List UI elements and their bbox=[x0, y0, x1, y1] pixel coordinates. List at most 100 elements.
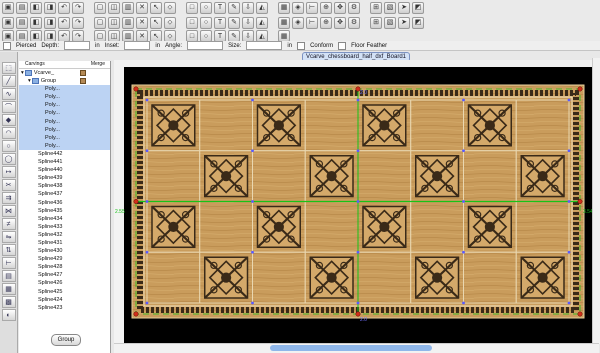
save-icon[interactable]: ◧ bbox=[30, 1, 42, 14]
circle-icon[interactable]: ○ bbox=[200, 1, 212, 14]
tree-group[interactable]: ▾ Group bbox=[19, 77, 110, 85]
pen-icon[interactable]: ✎ bbox=[228, 1, 240, 14]
floor-feather-checkbox[interactable] bbox=[338, 41, 347, 50]
extend-tool-icon[interactable]: ↦ bbox=[1, 166, 16, 178]
chamfer-icon[interactable]: ◈ bbox=[292, 16, 304, 29]
tree-spline-item[interactable]: Spline430 bbox=[19, 247, 110, 255]
tree-spline-item[interactable]: Spline440 bbox=[19, 166, 110, 174]
tree-spline-item[interactable]: Spline438 bbox=[19, 182, 110, 190]
tree-spline-item[interactable]: Spline436 bbox=[19, 199, 110, 207]
lock-icon[interactable] bbox=[80, 78, 86, 85]
open-icon[interactable]: ▤ bbox=[16, 1, 28, 14]
group-icon[interactable]: ◨ bbox=[44, 16, 56, 29]
redo-icon[interactable]: ↷ bbox=[72, 1, 84, 14]
tree-poly-item[interactable]: Poly... bbox=[19, 85, 110, 94]
tree-spline-item[interactable]: Spline431 bbox=[19, 239, 110, 247]
join-tool-icon[interactable]: ⋈ bbox=[1, 205, 16, 217]
shape-icon[interactable]: ◭ bbox=[256, 1, 268, 14]
chessboard-design[interactable] bbox=[114, 60, 592, 343]
node-tool-icon[interactable]: ◆ bbox=[1, 114, 16, 126]
conform-checkbox[interactable] bbox=[297, 41, 306, 50]
preview-icon[interactable]: ⚙ bbox=[348, 16, 360, 29]
trim-tool-icon[interactable]: ✂ bbox=[1, 179, 16, 191]
line-tool-icon[interactable]: ╱ bbox=[1, 75, 16, 87]
grid-icon[interactable]: ▧ bbox=[384, 1, 396, 14]
mirror-tool-icon[interactable]: ⇋ bbox=[1, 231, 16, 243]
horizontal-scrollbar[interactable] bbox=[114, 343, 599, 353]
canvas-viewport[interactable]: 2.55 3.54 2.0 2.0 bbox=[114, 60, 593, 343]
ungroup-icon[interactable]: ↶ bbox=[58, 16, 70, 29]
copy-icon[interactable]: ◫ bbox=[108, 1, 120, 14]
lock-icon[interactable] bbox=[80, 70, 86, 76]
circle-tool-icon[interactable]: ○ bbox=[1, 140, 16, 152]
delete-icon[interactable]: ✕ bbox=[136, 1, 148, 14]
node-edit-icon[interactable]: □ bbox=[186, 16, 198, 29]
engrave-icon[interactable]: ⊢ bbox=[306, 16, 318, 29]
drill-icon[interactable]: ⊕ bbox=[320, 16, 332, 29]
cut-icon[interactable]: ▢ bbox=[94, 1, 106, 14]
tree-poly-item[interactable]: Poly... bbox=[19, 141, 110, 150]
tree-spline-item[interactable]: Spline441 bbox=[19, 158, 110, 166]
tree-poly-item[interactable]: Poly... bbox=[19, 125, 110, 134]
tree-poly-item[interactable]: Poly... bbox=[19, 133, 110, 142]
rotate-icon[interactable]: ✕ bbox=[136, 16, 148, 29]
select-tool-icon[interactable]: ⬚ bbox=[1, 62, 16, 74]
tree-spline-item[interactable]: Spline439 bbox=[19, 174, 110, 182]
tree-spline-item[interactable]: Spline426 bbox=[19, 279, 110, 287]
mirror-icon[interactable]: ▤ bbox=[16, 16, 28, 29]
trim-icon[interactable]: ▢ bbox=[94, 16, 106, 29]
array-icon[interactable]: ⬦ bbox=[164, 16, 176, 29]
vcarve-icon[interactable]: ⇩ bbox=[242, 16, 254, 29]
wrench-icon[interactable]: ⚙ bbox=[348, 1, 360, 14]
tree-spline-item[interactable]: Spline434 bbox=[19, 215, 110, 223]
flip-icon[interactable]: ↖ bbox=[150, 16, 162, 29]
tree-spline-item[interactable]: Spline424 bbox=[19, 296, 110, 304]
settings-icon[interactable]: ➤ bbox=[398, 16, 410, 29]
tree-spline-item[interactable]: Spline435 bbox=[19, 207, 110, 215]
toolpath-icon[interactable]: ▧ bbox=[384, 16, 396, 29]
fill-icon[interactable]: ◈ bbox=[292, 1, 304, 14]
tree-spline-item[interactable]: Spline423 bbox=[19, 304, 110, 312]
layers-tool-icon[interactable]: ▤ bbox=[1, 270, 16, 282]
inset-field[interactable] bbox=[124, 41, 151, 50]
tree-poly-item[interactable]: Poly... bbox=[19, 109, 110, 118]
tree-poly-item[interactable]: Poly... bbox=[19, 101, 110, 110]
arc-tool-icon[interactable]: ◠ bbox=[1, 127, 16, 139]
layers-icon[interactable]: ▣ bbox=[2, 16, 14, 29]
disclosure-triangle-icon[interactable]: ▾ bbox=[28, 78, 31, 84]
break-tool-icon[interactable]: ≠ bbox=[1, 218, 16, 230]
text-icon[interactable]: T bbox=[214, 1, 226, 14]
curve-tool-icon[interactable]: ∿ bbox=[1, 88, 16, 100]
horizontal-scroll-thumb[interactable] bbox=[270, 345, 432, 351]
print-icon[interactable]: ◨ bbox=[44, 1, 56, 14]
tree-spline-item[interactable]: Spline429 bbox=[19, 255, 110, 263]
offset-icon[interactable]: ◫ bbox=[108, 16, 120, 29]
info-icon[interactable]: ◩ bbox=[412, 16, 424, 29]
pocket-icon[interactable]: ◭ bbox=[256, 16, 268, 29]
tree-root[interactable]: ▾ Vcarve_ bbox=[19, 69, 110, 77]
new-icon[interactable]: ▣ bbox=[2, 1, 14, 14]
measure-icon[interactable]: ⊢ bbox=[306, 1, 318, 14]
break-icon[interactable]: T bbox=[214, 16, 226, 29]
tree-spline-item[interactable]: Spline433 bbox=[19, 223, 110, 231]
disclosure-triangle-icon[interactable]: ▾ bbox=[21, 70, 24, 76]
bezier-tool-icon[interactable]: ⌒ bbox=[1, 101, 16, 113]
weld-icon[interactable]: ↷ bbox=[72, 16, 84, 29]
smooth-icon[interactable]: ✎ bbox=[228, 16, 240, 29]
tree-spline-item[interactable]: Spline432 bbox=[19, 231, 110, 239]
pierced-checkbox[interactable] bbox=[3, 41, 11, 50]
join-icon[interactable]: ○ bbox=[200, 16, 212, 29]
import-icon[interactable]: ⇩ bbox=[242, 1, 254, 14]
rect-icon[interactable]: □ bbox=[186, 1, 198, 14]
arrow-icon[interactable]: ➤ bbox=[398, 1, 410, 14]
paste-icon[interactable]: ▥ bbox=[122, 1, 134, 14]
pan-icon[interactable]: ✥ bbox=[334, 1, 346, 14]
tree-poly-item[interactable]: Poly... bbox=[19, 93, 110, 102]
angle-field[interactable] bbox=[187, 41, 224, 50]
texture-icon[interactable]: ✥ bbox=[334, 16, 346, 29]
preview-tool-icon[interactable]: ◐ bbox=[1, 309, 16, 321]
tree-poly-item[interactable]: Poly... bbox=[19, 117, 110, 126]
select-icon[interactable]: ↖ bbox=[150, 1, 162, 14]
flip-tool-icon[interactable]: ⇅ bbox=[1, 244, 16, 256]
fillet-icon[interactable]: ▦ bbox=[278, 16, 290, 29]
